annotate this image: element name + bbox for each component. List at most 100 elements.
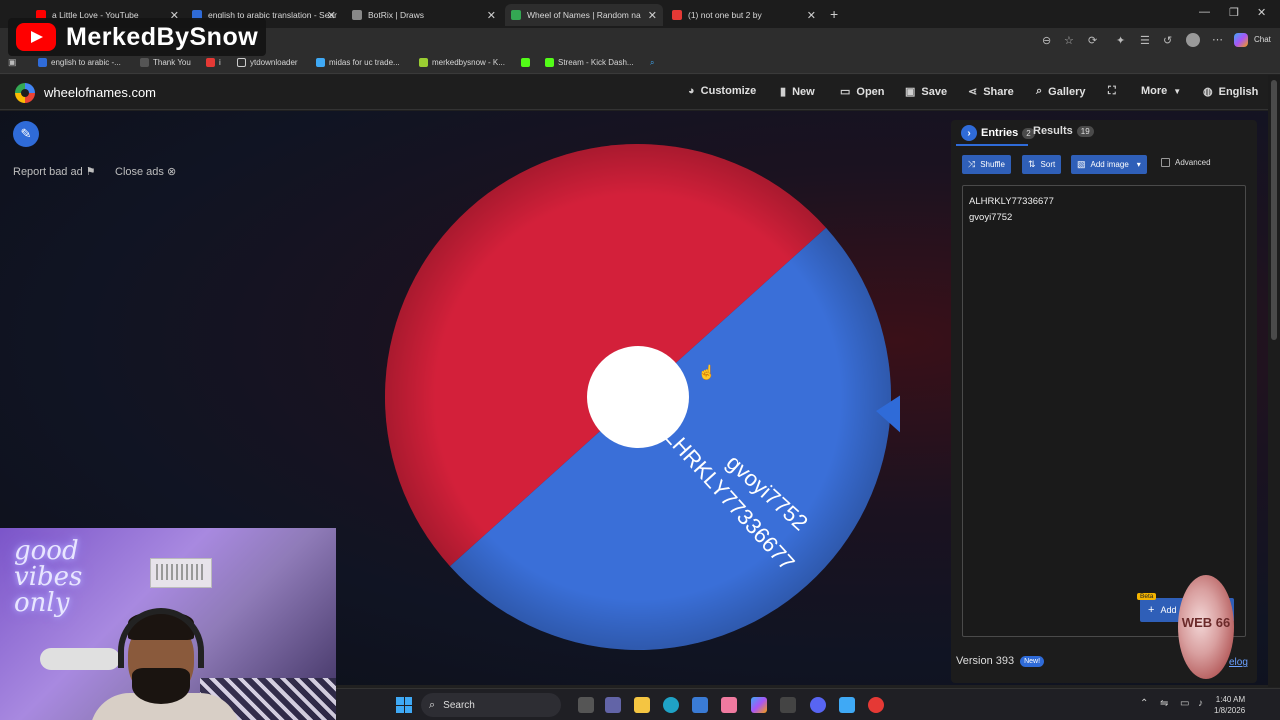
page-scrollbar[interactable] [1268, 75, 1280, 687]
more-button[interactable]: More ▼ [1141, 85, 1181, 97]
tab-entries[interactable]: › Entries 2 [961, 125, 1035, 141]
bookmark-item[interactable]: Thank You [140, 58, 191, 67]
clock-date: 1/8/2026 [1214, 706, 1246, 715]
clock-time: 1:40 AM [1215, 695, 1246, 704]
open-button[interactable]: ▭ Open [840, 85, 885, 99]
teams-icon[interactable] [605, 697, 621, 713]
bookmark-item[interactable]: i [206, 58, 221, 67]
bookmark-item[interactable]: english to arabic -... [38, 58, 121, 67]
taskbar-search[interactable]: ⌕ Search [421, 693, 561, 717]
globe-icon: ◍ [1203, 86, 1213, 98]
edge-icon[interactable] [663, 697, 679, 713]
bookmark-icon [206, 58, 215, 67]
folder-icon [237, 58, 246, 67]
bookmark-item[interactable]: ytdownloader [237, 58, 298, 67]
entries-textarea[interactable]: ALHRKLY77336677 gvoyi7752 [962, 185, 1246, 637]
shuffle-button[interactable]: ⤨ Shuffle [962, 155, 1011, 174]
discord-icon[interactable] [810, 697, 826, 713]
favorites-icon[interactable]: ☰ [1140, 34, 1150, 47]
version-label: Version 393 [956, 655, 1015, 667]
language-button[interactable]: ◍ English [1203, 85, 1258, 99]
advanced-toggle[interactable]: Advanced [1161, 158, 1211, 167]
close-icon[interactable]: ✕ [487, 9, 496, 22]
customize-label: Customize [700, 85, 757, 97]
notepad-icon[interactable] [839, 697, 855, 713]
close-icon[interactable]: ✕ [327, 9, 336, 22]
gallery-button[interactable]: ⌕ Gallery [1036, 85, 1085, 98]
browser-tab-botrix[interactable]: BotRix | Draws ✕ [346, 4, 502, 26]
sort-button[interactable]: ⇅ Sort [1022, 155, 1062, 174]
reader-icon[interactable]: ⊖ [1042, 34, 1051, 47]
network-icon[interactable]: ⇋ [1160, 698, 1168, 709]
close-ads-link[interactable]: Close ads ⊗ [115, 165, 176, 178]
system-clock[interactable]: 1:40 AM 1/8/2026 [1214, 694, 1245, 716]
scrollbar-thumb[interactable] [1271, 80, 1277, 340]
copilot-icon[interactable] [1234, 33, 1248, 47]
tab-entries-label: Entries [981, 127, 1019, 139]
kick-icon [521, 58, 530, 67]
app-icon[interactable] [780, 697, 796, 713]
site-logo-icon[interactable] [15, 83, 35, 103]
bookmark-label: midas for uc trade... [329, 58, 400, 67]
changelog-link[interactable]: elog [1229, 657, 1248, 668]
shuffle-label: Shuffle [980, 160, 1005, 169]
close-icon[interactable]: ✕ [807, 9, 816, 22]
search-icon[interactable]: ⌕ [650, 58, 654, 68]
puzzle-icon[interactable]: ✦ [1116, 34, 1125, 47]
tab-results[interactable]: Results 19 [1033, 125, 1094, 137]
collapse-chevron-icon[interactable]: › [961, 125, 977, 141]
fullscreen-button[interactable]: ⛶ [1108, 85, 1122, 98]
new-button[interactable]: ▮ New [780, 85, 815, 99]
history-icon[interactable]: ↺ [1163, 34, 1172, 47]
bookmark-item[interactable] [521, 58, 534, 67]
maximize-button[interactable]: ❐ [1229, 6, 1239, 19]
edit-pencil-button[interactable]: ✎ [13, 121, 39, 147]
windows-start-button[interactable] [396, 697, 412, 713]
report-bad-ad-link[interactable]: Report bad ad ⚑ [13, 165, 96, 178]
wifi-icon[interactable]: ▭ [1180, 698, 1189, 709]
task-view-icon[interactable] [578, 697, 594, 713]
fullscreen-icon: ⛶ [1108, 85, 1116, 97]
customize-button[interactable]: ◕ Customize [688, 85, 756, 97]
star-icon[interactable]: ☆ [1064, 34, 1074, 47]
profile-avatar[interactable] [1186, 33, 1200, 47]
close-window-button[interactable]: ✕ [1257, 6, 1266, 19]
copilot-icon[interactable] [751, 697, 767, 713]
bookmark-item[interactable]: Stream - Kick Dash... [545, 58, 634, 67]
browser-tab-not-one-but-2[interactable]: (1) not one but 2 by ✕ [666, 4, 822, 26]
pencil-icon: ✎ [20, 126, 32, 141]
volume-icon[interactable]: ♪ [1198, 698, 1203, 709]
bookmark-item[interactable]: midas for uc trade... [316, 58, 400, 67]
tab-label: Wheel of Names | Random na [527, 10, 641, 20]
extensions-icon[interactable]: ⟳ [1088, 34, 1097, 47]
tray-overflow-icon[interactable]: ⌃ [1140, 698, 1148, 709]
chevron-down-icon: ▼ [1173, 86, 1182, 96]
name-wheel[interactable]: gvoyi7752 ALHRKLY77336677 [380, 143, 900, 653]
share-icon: ⋖ [968, 86, 978, 98]
advanced-checkbox[interactable] [1161, 158, 1170, 167]
share-button[interactable]: ⋖ Share [968, 85, 1014, 99]
chevron-down-icon: ▾ [1136, 160, 1141, 169]
app-icon[interactable] [721, 697, 737, 713]
menu-dots-icon[interactable]: ⋯ [1212, 33, 1223, 46]
browser-tab-wheel-of-names[interactable]: Wheel of Names | Random na ✕ [505, 4, 663, 26]
add-image-button[interactable]: ▧ Add image ▾ [1071, 155, 1147, 174]
advanced-label: Advanced [1175, 158, 1211, 167]
collections-icon[interactable]: ▣ [8, 57, 17, 68]
new-tab-button[interactable]: + [830, 6, 838, 22]
speaker-favicon-icon [672, 10, 682, 20]
kick-icon [419, 58, 428, 67]
minimize-button[interactable]: — [1199, 6, 1210, 18]
taskbar-search-label: Search [443, 699, 475, 711]
site-title[interactable]: wheelofnames.com [44, 85, 156, 100]
channel-overlay: MerkedBySnow [8, 18, 267, 56]
chat-label[interactable]: Chat [1254, 35, 1271, 44]
bookmark-item[interactable]: merkedbysnow - K... [419, 58, 505, 67]
file-explorer-icon[interactable] [634, 697, 650, 713]
wheel-center-hub[interactable] [587, 346, 689, 448]
obs-icon[interactable] [868, 697, 884, 713]
store-icon[interactable] [692, 697, 708, 713]
close-icon[interactable]: ✕ [648, 9, 657, 22]
save-button[interactable]: ▣ Save [905, 85, 947, 99]
bookmark-label: english to arabic -... [51, 58, 121, 67]
